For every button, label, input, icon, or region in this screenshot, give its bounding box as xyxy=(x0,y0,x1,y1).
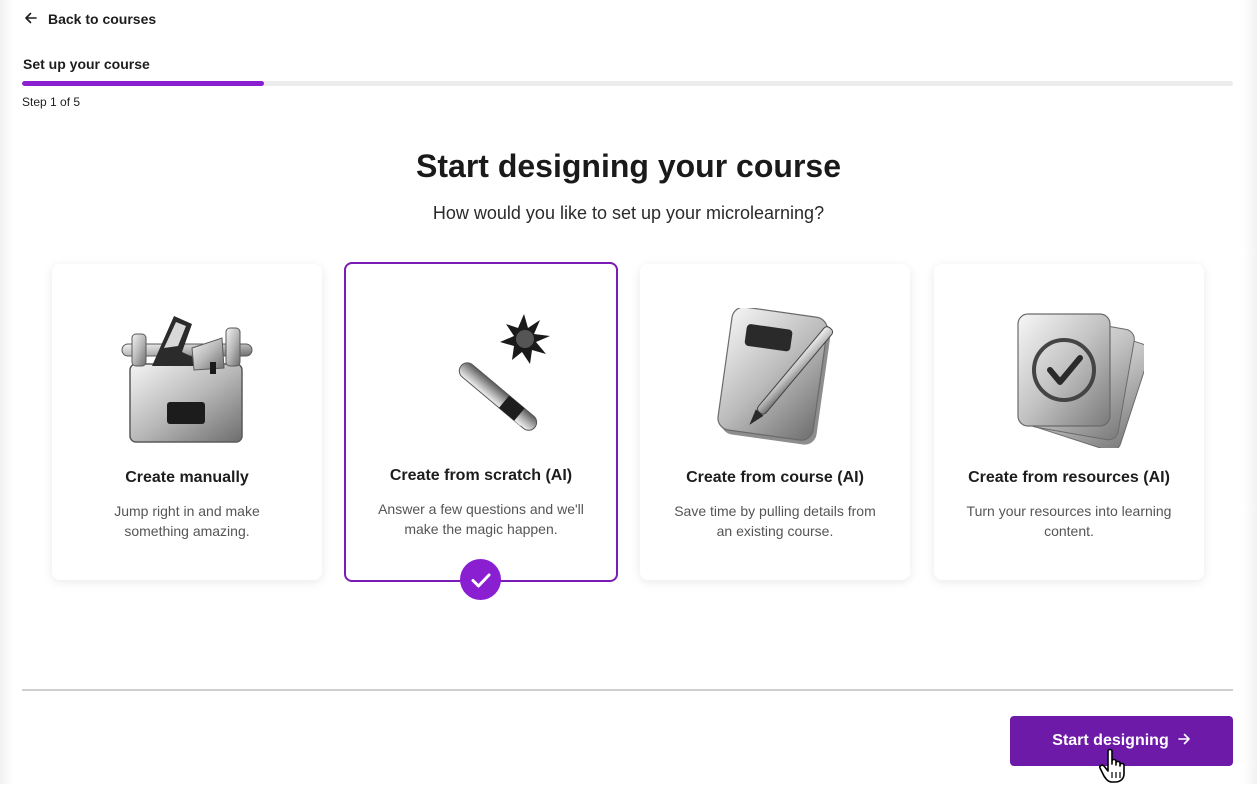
option-card-create-from-scratch[interactable]: Create from scratch (AI) Answer a few qu… xyxy=(344,262,618,582)
arrow-right-icon xyxy=(1177,732,1191,751)
option-card-create-from-resources[interactable]: Create from resources (AI) Turn your res… xyxy=(934,264,1204,580)
option-card-create-from-course[interactable]: Create from course (AI) Save time by pul… xyxy=(640,264,910,580)
progress-bar-fill xyxy=(22,81,265,86)
stacked-cards-check-icon xyxy=(994,308,1150,452)
option-title: Create from course (AI) xyxy=(686,469,864,486)
magic-wand-icon xyxy=(406,306,556,446)
page-title: Start designing your course xyxy=(416,148,841,184)
option-description: Jump right in and make something amazing… xyxy=(114,503,260,539)
arrow-left-icon xyxy=(24,11,38,28)
progress-bar xyxy=(22,81,1233,86)
back-to-courses-link[interactable]: Back to courses xyxy=(24,9,156,29)
toolbox-icon xyxy=(112,308,262,448)
stepper-title: Set up your course xyxy=(23,56,150,72)
step-indicator: Step 1 of 5 xyxy=(22,95,81,109)
page-subtitle: How would you like to set up your microl… xyxy=(432,203,825,223)
footer-divider xyxy=(22,689,1233,691)
option-title: Create manually xyxy=(125,469,249,486)
option-description: Answer a few questions and we'll make th… xyxy=(378,501,584,537)
page-edge-shadow-right xyxy=(1243,0,1257,784)
back-link-label: Back to courses xyxy=(48,11,157,27)
option-description: Save time by pulling details from an exi… xyxy=(674,503,876,539)
option-card-create-manually[interactable]: Create manually Jump right in and make s… xyxy=(52,264,322,580)
notebook-pencil-icon xyxy=(700,306,850,448)
hand-pointer-cursor-icon xyxy=(1098,748,1132,784)
option-description: Turn your resources into learning conten… xyxy=(966,503,1172,539)
selected-check-icon xyxy=(460,559,501,600)
option-title: Create from resources (AI) xyxy=(968,469,1170,486)
option-title: Create from scratch (AI) xyxy=(389,467,573,484)
page-edge-shadow-left xyxy=(0,0,14,784)
